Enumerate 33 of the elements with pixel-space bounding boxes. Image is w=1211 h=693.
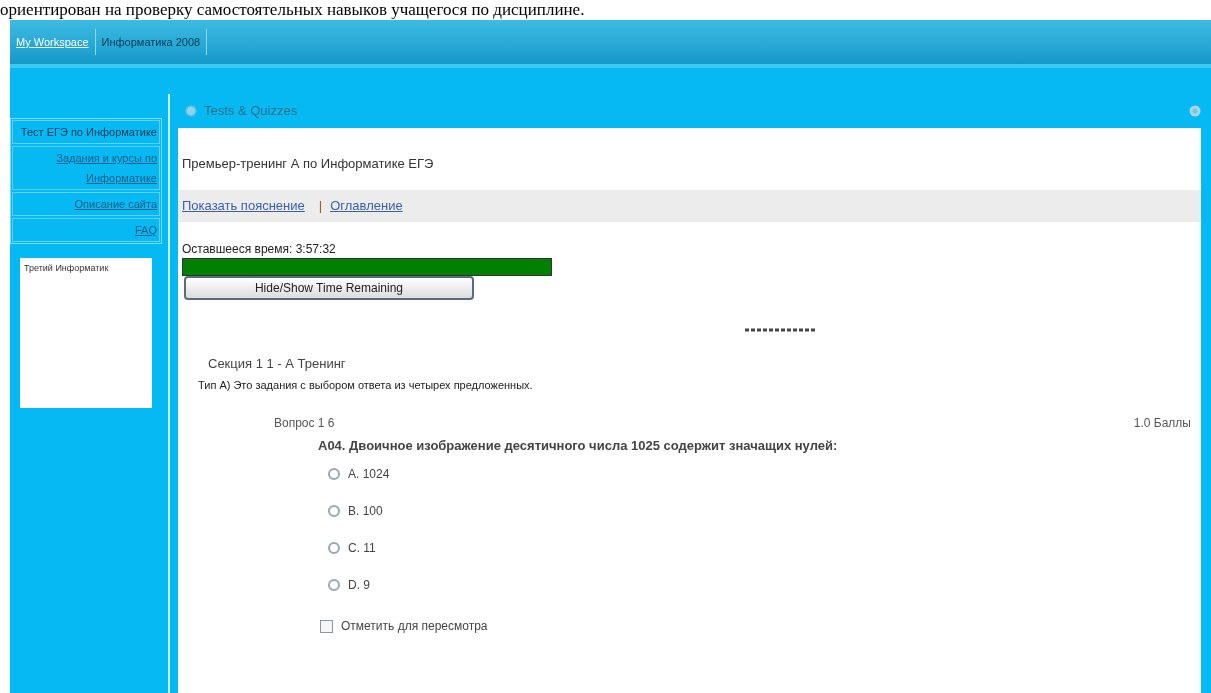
radio-button[interactable] xyxy=(328,467,340,480)
radio-button[interactable] xyxy=(328,541,340,554)
sidebar-item[interactable]: Описание сайта xyxy=(12,192,160,216)
tool-title: Tests & Quizzes xyxy=(204,102,298,121)
question-number: Вопрос 1 6 xyxy=(274,414,335,432)
section-title: Секция 1 1 - А Тренинг xyxy=(207,354,347,373)
question-text: А04. Двоичное изображение десятичного числа 1025 содержит значащих нулей: xyxy=(317,436,839,455)
show-explanation-link[interactable]: Показать пояснение xyxy=(182,195,305,216)
hide-show-time-button[interactable]: Hide/Show Time Remaining xyxy=(184,275,474,300)
review-checkbox[interactable] xyxy=(320,619,333,633)
note-box: Третий Информатик xyxy=(20,258,152,408)
review-label: Отметить для пересмотра xyxy=(341,618,488,635)
dash-marks xyxy=(744,327,815,332)
radio-button[interactable] xyxy=(328,578,340,591)
option-label: A. 1024 xyxy=(348,465,390,483)
contents-link[interactable]: Оглавление xyxy=(330,195,403,216)
question-points: 1.0 Баллы xyxy=(1133,414,1191,432)
sidebar-item[interactable]: Тест ЕГЭ по Информатике xyxy=(12,120,160,144)
gear-icon xyxy=(184,104,198,118)
option-label: B. 100 xyxy=(348,502,383,520)
option-label: D. 9 xyxy=(348,576,370,594)
section-description: Тип А) Это задания с выбором ответа из четырех предложенных. xyxy=(197,378,534,393)
document-text: ориентирован на проверку самостоятельных навыков учащегося по дисциплине. xyxy=(0,0,586,20)
link-separator: | xyxy=(318,196,323,215)
site-tab[interactable]: Информатика 2008 xyxy=(95,29,208,55)
option-label: C. 11 xyxy=(348,539,376,557)
help-icon[interactable] xyxy=(1189,105,1201,117)
site-tab[interactable]: My Workspace xyxy=(10,29,96,55)
sidebar-item[interactable]: Задания и курсы по Информатике xyxy=(12,146,160,190)
radio-button[interactable] xyxy=(328,504,340,517)
sidebar-item[interactable]: FAQ xyxy=(12,218,160,242)
quiz-title: Премьер-тренинг А по Информатике ЕГЭ xyxy=(181,155,435,173)
time-remaining-label: Оставшееся время: 3:57:32 xyxy=(181,240,337,258)
